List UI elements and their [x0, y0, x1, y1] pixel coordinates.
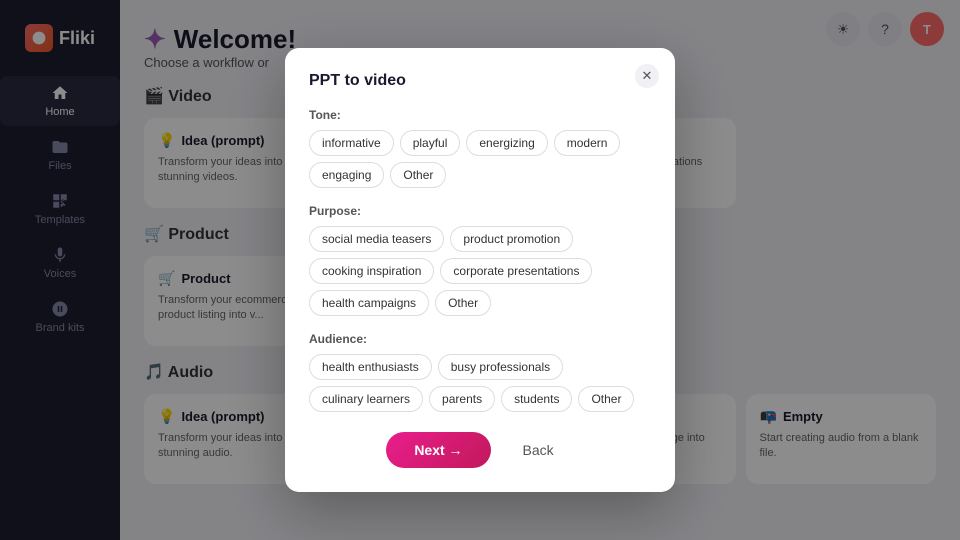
tag-culinary-learners[interactable]: culinary learners	[309, 386, 423, 412]
tag-energizing[interactable]: energizing	[466, 130, 547, 156]
tag-other-purpose[interactable]: Other	[435, 290, 491, 316]
tag-engaging[interactable]: engaging	[309, 162, 384, 188]
next-button[interactable]: Next →	[386, 432, 490, 468]
tag-social-media-teasers[interactable]: social media teasers	[309, 226, 444, 252]
tag-modern[interactable]: modern	[554, 130, 621, 156]
purpose-tags-group: social media teasers product promotion c…	[309, 226, 651, 316]
tag-other-tone[interactable]: Other	[390, 162, 446, 188]
tag-health-enthusiasts[interactable]: health enthusiasts	[309, 354, 432, 380]
tag-cooking-inspiration[interactable]: cooking inspiration	[309, 258, 434, 284]
modal-overlay[interactable]: PPT to video ✕ Tone: informative playful…	[0, 0, 960, 540]
tone-tags-group: informative playful energizing modern en…	[309, 130, 651, 188]
modal-footer: Next → Back	[309, 432, 651, 468]
modal-title: PPT to video	[309, 72, 651, 90]
back-button[interactable]: Back	[503, 432, 574, 468]
tag-busy-professionals[interactable]: busy professionals	[438, 354, 563, 380]
tag-corporate-presentations[interactable]: corporate presentations	[440, 258, 592, 284]
tag-parents[interactable]: parents	[429, 386, 495, 412]
modal-close-button[interactable]: ✕	[635, 64, 659, 88]
purpose-label: Purpose:	[309, 204, 651, 218]
audience-tags-group: health enthusiasts busy professionals cu…	[309, 354, 651, 412]
tone-label: Tone:	[309, 108, 651, 122]
tag-product-promotion[interactable]: product promotion	[450, 226, 573, 252]
audience-label: Audience:	[309, 332, 651, 346]
tag-informative[interactable]: informative	[309, 130, 394, 156]
ppt-modal: PPT to video ✕ Tone: informative playful…	[285, 48, 675, 492]
tag-other-audience[interactable]: Other	[578, 386, 634, 412]
tag-playful[interactable]: playful	[400, 130, 461, 156]
tag-students[interactable]: students	[501, 386, 572, 412]
tag-health-campaigns[interactable]: health campaigns	[309, 290, 429, 316]
